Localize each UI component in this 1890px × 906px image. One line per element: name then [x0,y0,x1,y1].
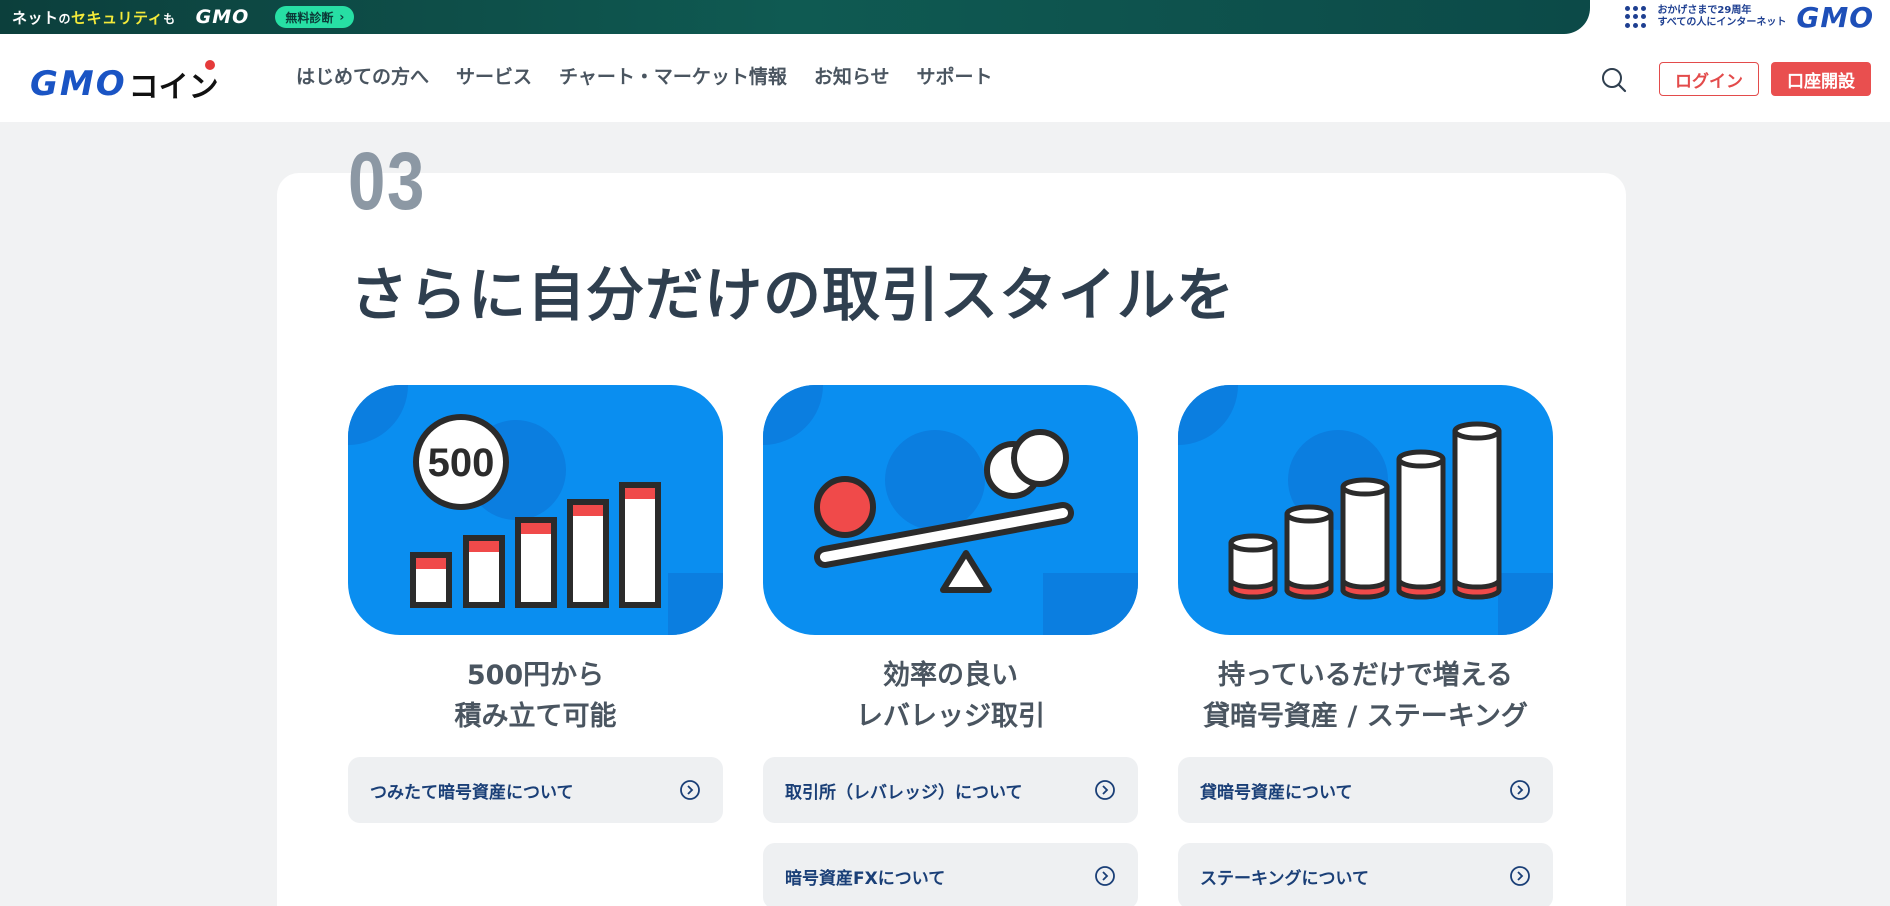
circle-chevron-right-icon [1095,780,1115,800]
section-title: さらに自分だけの取引スタイルを [350,261,1236,329]
top-banner: ネットのセキュリティも GMO 無料診断 › おかげさまで29周年 すべての人にイ… [0,0,1890,34]
security-banner[interactable]: ネットのセキュリティも GMO 無料診断 › [0,0,1590,34]
logo-red-dot [204,60,215,70]
circle-chevron-right-icon [1510,866,1530,886]
chevron-right-icon: › [339,10,345,24]
free-diagnosis-button[interactable]: 無料診断 › [275,6,355,28]
feature-title: 効率の良い レバレッジ取引 [856,660,1045,732]
link-crypto-fx[interactable]: 暗号資産FXについて [763,843,1138,906]
feature-lending-staking: 持っているだけで増える 貸暗号資産 / ステーキング 貸暗号資産について ステー… [1178,385,1553,906]
gmo-group-logo[interactable]: GMO [1796,1,1874,34]
login-button[interactable]: ログイン [1659,62,1759,96]
anniversary-text: おかげさまで29周年 すべての人にインターネット [1657,5,1787,28]
link-staking[interactable]: ステーキングについて [1178,843,1553,906]
gmo-group-area: おかげさまで29周年 すべての人にインターネット GMO [1625,0,1874,34]
stacked-coins-500-icon: 500 [348,385,723,635]
section-number: 03 [348,136,427,227]
circle-chevron-right-icon [680,780,700,800]
site-header: GMO コイン はじめての方へ サービス チャート・マーケット情報 お知らせ サ… [0,34,1890,122]
svg-text:500: 500 [428,441,495,485]
nav-item-chart-market[interactable]: チャート・マーケット情報 [559,62,787,89]
feature-leverage: 効率の良い レバレッジ取引 取引所（レバレッジ）について 暗号資産FXについて [763,385,1138,906]
gmo-coin-logo[interactable]: GMO コイン [30,60,219,106]
link-accumulation-crypto[interactable]: つみたて暗号資産について [348,757,723,823]
link-crypto-lending[interactable]: 貸暗号資産について [1178,757,1553,823]
circle-chevron-right-icon [1095,866,1115,886]
main-nav: はじめての方へ サービス チャート・マーケット情報 お知らせ サポート [296,62,992,89]
nav-item-services[interactable]: サービス [456,62,532,89]
growing-cylinders-icon [1178,385,1553,635]
gmo-banner-logo: GMO [195,6,250,28]
circle-chevron-right-icon [1510,780,1530,800]
nav-item-beginners[interactable]: はじめての方へ [296,62,429,89]
nav-item-support[interactable]: サポート [916,62,992,89]
search-icon[interactable] [1600,66,1628,94]
feature-accumulation: 500 500円から 積み立て可能 つみたて暗号資産について [348,385,723,823]
nav-item-news[interactable]: お知らせ [814,62,890,89]
feature-title: 持っているだけで増える 貸暗号資産 / ステーキング [1203,660,1528,732]
feature-title: 500円から 積み立て可能 [454,660,617,732]
link-exchange-leverage[interactable]: 取引所（レバレッジ）について [763,757,1138,823]
grid-menu-icon[interactable] [1625,6,1647,28]
seesaw-icon [763,385,1138,635]
open-account-button[interactable]: 口座開設 [1771,62,1871,96]
security-banner-text: ネットのセキュリティも [12,8,176,27]
